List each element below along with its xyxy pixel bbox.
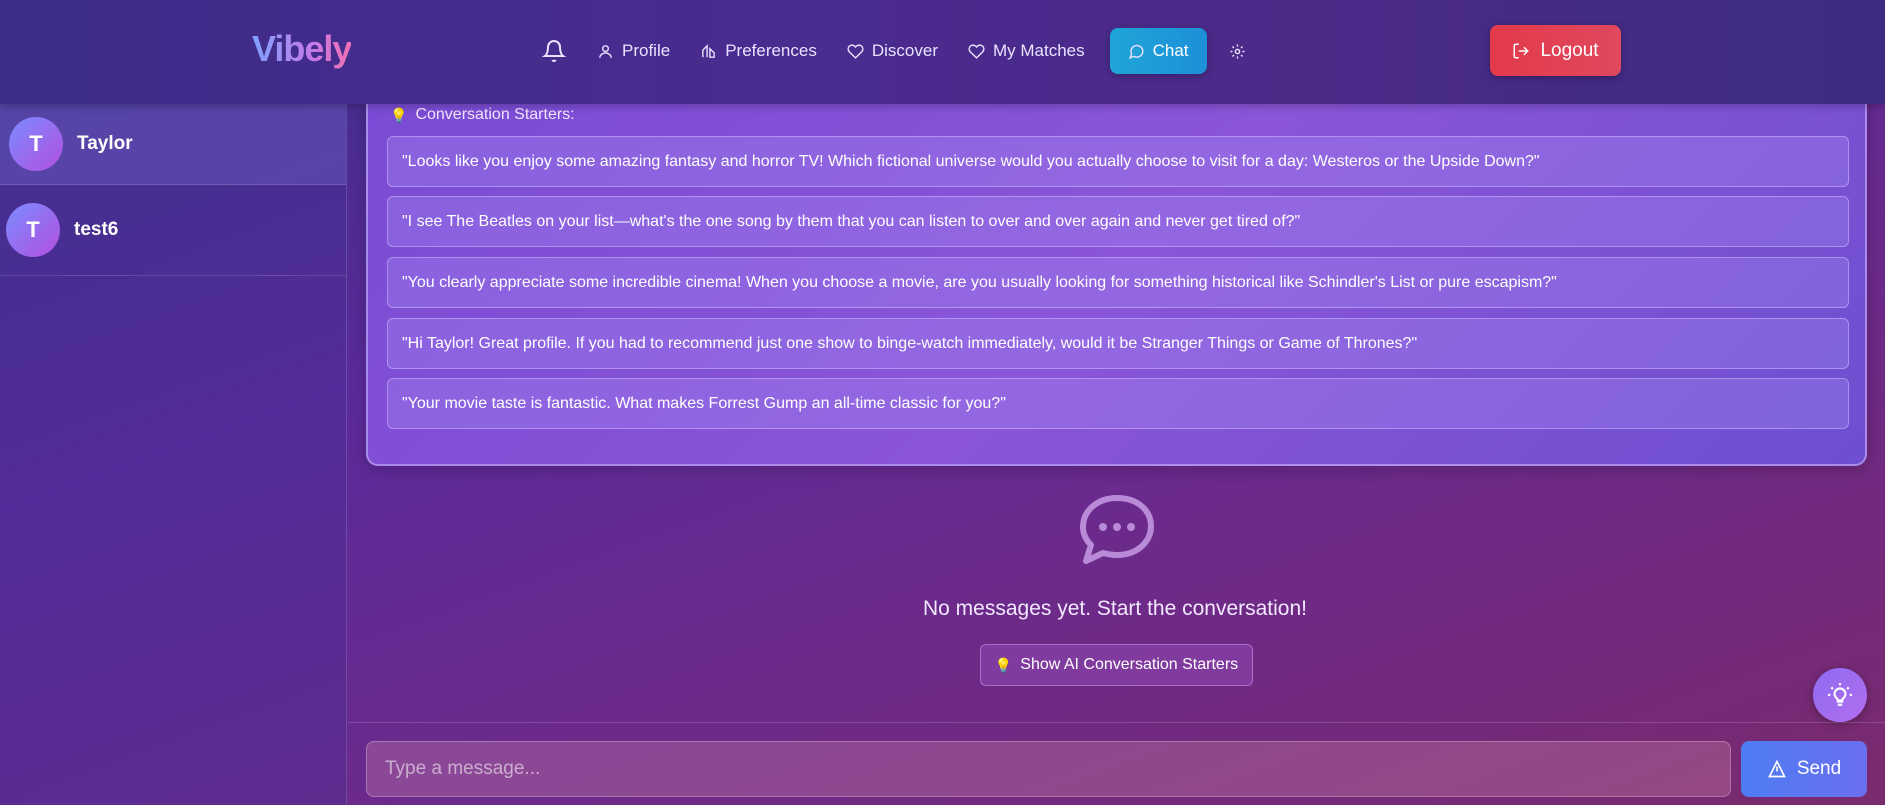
conversation-starters-panel: 💡 Conversation Starters: "Looks like you… bbox=[366, 96, 1867, 466]
ai-suggestions-fab[interactable] bbox=[1813, 668, 1867, 722]
heart-icon bbox=[968, 43, 985, 59]
conversation-item[interactable]: T test6 bbox=[0, 185, 346, 276]
sliders-icon bbox=[702, 43, 716, 58]
show-ai-starters-label: Show AI Conversation Starters bbox=[1020, 656, 1239, 673]
conversation-name: test6 bbox=[74, 219, 119, 240]
chat-bubble-icon bbox=[1080, 495, 1154, 564]
message-composer: Send bbox=[348, 722, 1885, 805]
message-input[interactable] bbox=[366, 741, 1731, 797]
notifications-button[interactable] bbox=[536, 28, 582, 74]
starter-suggestion[interactable]: "Hi Taylor! Great profile. If you had to… bbox=[387, 318, 1849, 369]
conversation-name: Taylor bbox=[77, 133, 133, 154]
nav-chat[interactable]: Chat bbox=[1109, 28, 1207, 74]
nav-discover[interactable]: Discover bbox=[832, 28, 953, 74]
nav-profile-label: Profile bbox=[622, 41, 671, 60]
lightbulb-icon: 💡 bbox=[390, 106, 408, 123]
nav-matches-label: My Matches bbox=[992, 41, 1085, 60]
app-logo[interactable]: Vibely bbox=[252, 28, 352, 70]
logout-label: Logout bbox=[1540, 39, 1599, 61]
nav-preferences-label: Preferences bbox=[725, 41, 817, 60]
starters-title: 💡 Conversation Starters: bbox=[390, 106, 575, 124]
user-icon bbox=[599, 44, 612, 58]
send-icon bbox=[1767, 759, 1786, 778]
starter-suggestion[interactable]: "Looks like you enjoy some amazing fanta… bbox=[387, 136, 1849, 187]
starters-title-label: Conversation Starters: bbox=[415, 106, 575, 123]
nav-chat-label: Chat bbox=[1152, 41, 1189, 60]
conversation-list: T Taylor T test6 bbox=[0, 104, 347, 805]
show-ai-starters-button[interactable]: 💡 Show AI Conversation Starters bbox=[980, 644, 1253, 686]
avatar: T bbox=[6, 203, 60, 257]
starter-suggestion[interactable]: "Your movie taste is fantastic. What mak… bbox=[387, 378, 1849, 429]
settings-button[interactable] bbox=[1217, 28, 1258, 74]
send-label: Send bbox=[1796, 758, 1842, 779]
nav-preferences[interactable]: Preferences bbox=[685, 28, 832, 74]
lightbulb-icon: 💡 bbox=[994, 656, 1013, 673]
top-navbar: Vibely Profile Preferences Discover My M… bbox=[0, 0, 1885, 104]
starter-suggestion[interactable]: "I see The Beatles on your list—what's t… bbox=[387, 196, 1849, 247]
log-out-icon bbox=[1513, 43, 1530, 58]
nav-discover-label: Discover bbox=[871, 41, 938, 60]
send-button[interactable]: Send bbox=[1741, 741, 1867, 797]
nav-matches[interactable]: My Matches bbox=[953, 28, 1100, 74]
logout-button[interactable]: Logout bbox=[1490, 25, 1621, 76]
starter-suggestion[interactable]: "You clearly appreciate some incredible … bbox=[387, 257, 1849, 308]
bell-icon bbox=[542, 40, 566, 62]
empty-state-message: No messages yet. Start the conversation! bbox=[922, 597, 1308, 620]
conversation-item[interactable]: T Taylor bbox=[0, 104, 346, 185]
main-nav: Profile Preferences Discover My Matches … bbox=[536, 28, 1258, 74]
lightbulb-icon bbox=[1828, 683, 1852, 706]
heart-icon bbox=[847, 43, 864, 59]
avatar: T bbox=[9, 117, 63, 171]
message-circle-icon bbox=[1128, 44, 1144, 59]
gear-icon bbox=[1229, 43, 1245, 59]
nav-profile[interactable]: Profile bbox=[582, 28, 685, 74]
